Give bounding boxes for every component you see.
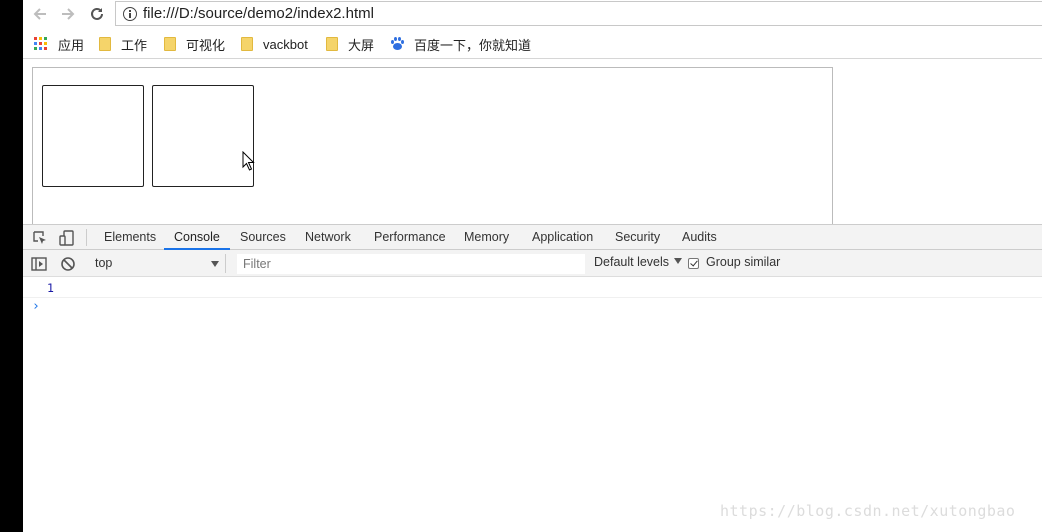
square-box[interactable] [152, 85, 254, 187]
console-toolbar: top Default levels Group similar [23, 250, 1042, 277]
bookmark-label: 大屏 [348, 37, 375, 53]
tab-application[interactable]: Application [532, 225, 593, 250]
tab-memory[interactable]: Memory [464, 225, 509, 250]
forward-button[interactable] [57, 3, 79, 25]
bookmark-folder-bigscreen[interactable]: 大屏 [326, 36, 375, 53]
device-toolbar-icon[interactable] [59, 230, 75, 246]
prompt-caret-icon: › [32, 299, 40, 314]
address-bar[interactable]: file:///D:/source/demo2/index2.html [115, 1, 1042, 26]
console-prompt[interactable]: › [23, 298, 1042, 318]
context-value: top [95, 256, 113, 270]
tab-network[interactable]: Network [305, 225, 351, 250]
bookmark-folder-vackbot[interactable]: vackbot [241, 36, 308, 52]
bookmark-label: 可视化 [186, 37, 226, 53]
baidu-paw-icon [390, 37, 404, 51]
reload-icon [91, 7, 103, 20]
arrow-left-icon [33, 8, 46, 20]
bookmarks-bar: 应用 工作 可视化 vackbot 大屏 百度一下，你就知道 [23, 29, 1042, 59]
show-sidebar-icon[interactable] [31, 256, 47, 272]
folder-icon [326, 37, 338, 51]
bookmark-label: 工作 [121, 37, 148, 53]
clear-console-icon[interactable] [60, 256, 76, 272]
inspect-element-icon[interactable] [32, 230, 48, 246]
tab-performance[interactable]: Performance [374, 225, 446, 250]
reload-button[interactable] [86, 3, 108, 25]
tab-audits[interactable]: Audits [682, 225, 717, 250]
bookmark-folder-visualization[interactable]: 可视化 [164, 36, 226, 53]
back-button[interactable] [29, 3, 51, 25]
tab-elements[interactable]: Elements [104, 225, 156, 250]
context-selector[interactable]: top [90, 254, 226, 273]
devtools-tab-bar: Elements Console Sources Network Perform… [23, 224, 1042, 250]
bookmark-baidu[interactable]: 百度一下，你就知道 [390, 36, 532, 53]
filter-input[interactable] [237, 254, 585, 274]
apps-grid-icon [34, 37, 48, 51]
toolbar-divider [86, 229, 87, 246]
folder-icon [241, 37, 253, 51]
bookmark-label: vackbot [263, 36, 308, 52]
tab-security[interactable]: Security [615, 225, 660, 250]
bookmark-label: 应用 [58, 37, 85, 53]
log-value: 1 [47, 281, 54, 295]
left-black-strip [0, 0, 23, 532]
bookmark-label: 百度一下，你就知道 [414, 37, 532, 53]
levels-label: Default levels [594, 255, 670, 269]
arrow-right-icon [62, 8, 75, 20]
square-box[interactable] [42, 85, 144, 187]
tab-console[interactable]: Console [164, 225, 230, 250]
watermark: https://blog.csdn.net/xutongbao [720, 502, 1016, 520]
console-message: 1 [23, 279, 1042, 298]
url-text[interactable]: file:///D:/source/demo2/index2.html [143, 5, 374, 22]
web-page [23, 60, 1042, 224]
devtools-panel: Elements Console Sources Network Perform… [23, 224, 1042, 532]
tab-sources[interactable]: Sources [240, 225, 286, 250]
page-container [32, 67, 833, 224]
group-similar-checkbox[interactable] [688, 258, 699, 269]
browser-toolbar: file:///D:/source/demo2/index2.html [23, 0, 1042, 28]
bookmark-folder-work[interactable]: 工作 [99, 36, 148, 53]
group-similar-label: Group similar [706, 255, 781, 269]
folder-icon [99, 37, 111, 51]
dropdown-arrow-icon [674, 258, 683, 264]
info-icon[interactable] [123, 7, 137, 21]
log-levels-dropdown[interactable]: Default levels [594, 255, 683, 269]
mouse-pointer-icon [242, 151, 255, 171]
bookmark-apps[interactable]: 应用 [34, 36, 85, 53]
folder-icon [164, 37, 176, 51]
dropdown-arrow-icon [211, 261, 219, 267]
